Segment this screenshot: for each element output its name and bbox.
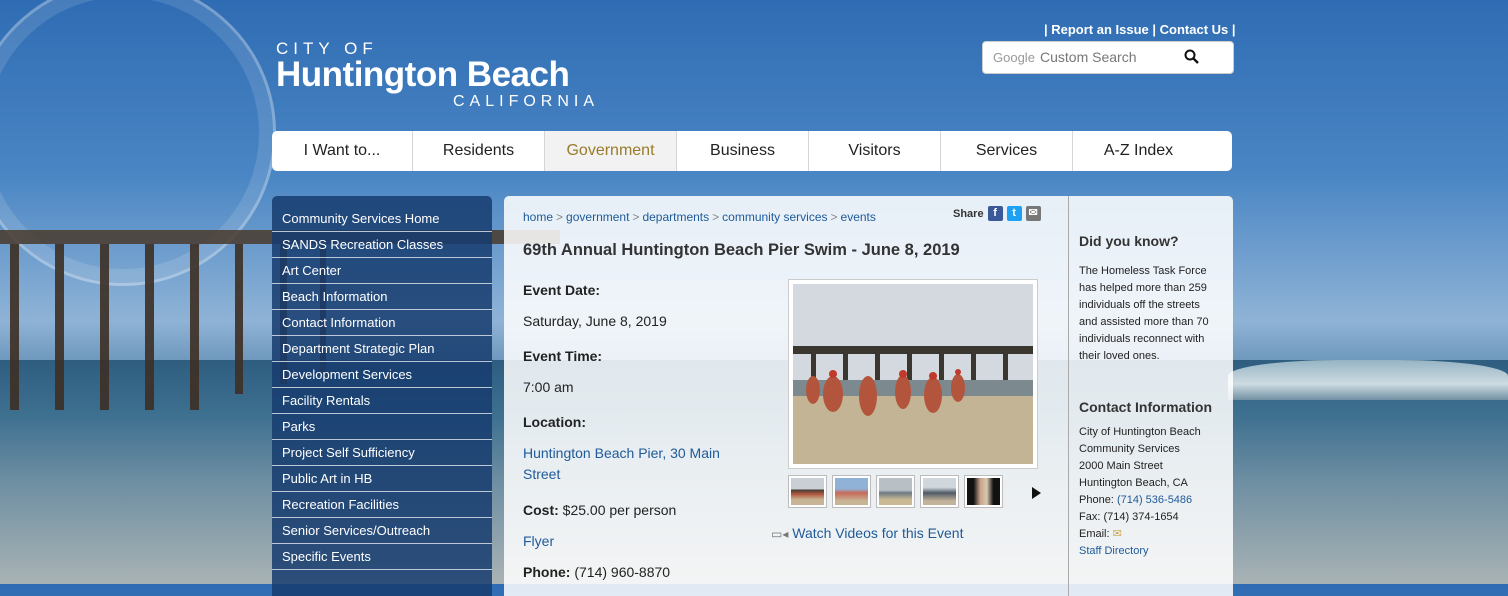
nav-government[interactable]: Government <box>545 131 677 171</box>
location-label: Location: <box>523 414 586 430</box>
logo-state: CALIFORNIA <box>453 93 600 110</box>
sidebar-item-art-center[interactable]: Art Center <box>272 258 492 284</box>
sidebar-item-recreation-facilities[interactable]: Recreation Facilities <box>272 492 492 518</box>
cost-row: Cost: $25.00 per person <box>523 502 676 518</box>
city-logo[interactable]: CITY OF Huntington Beach CALIFORNIA <box>276 40 599 111</box>
contact-fax: Fax: (714) 374-1654 <box>1079 511 1179 523</box>
sidebar-item-senior-services[interactable]: Senior Services/Outreach <box>272 518 492 544</box>
sidebar-item-facility-rentals[interactable]: Facility Rentals <box>272 388 492 414</box>
sidebar-item-beach-information[interactable]: Beach Information <box>272 284 492 310</box>
nav-services[interactable]: Services <box>941 131 1073 171</box>
search-input[interactable]: Custom Search <box>1040 49 1136 65</box>
contact-us-link[interactable]: Contact Us <box>1160 22 1229 37</box>
breadcrumb-community-services[interactable]: community services <box>722 210 827 224</box>
breadcrumb-home[interactable]: home <box>523 210 553 224</box>
event-photo[interactable] <box>788 279 1038 469</box>
sidebar-nav: Community Services Home SANDS Recreation… <box>272 196 492 596</box>
nav-a-z-index[interactable]: A-Z Index <box>1073 131 1204 171</box>
search-icon[interactable] <box>1183 48 1201 66</box>
sidebar-item-strategic-plan[interactable]: Department Strategic Plan <box>272 336 492 362</box>
cost-label: Cost: <box>523 502 559 518</box>
breadcrumb-government[interactable]: government <box>566 210 629 224</box>
search-brand: Google <box>993 50 1035 65</box>
email-envelope-icon[interactable]: ✉ <box>1113 528 1122 540</box>
next-thumbnail-arrow-icon[interactable] <box>1032 487 1041 499</box>
thumbnail-5[interactable] <box>964 475 1003 508</box>
logo-name: Huntington Beach <box>276 55 570 94</box>
contact-org2: Community Services <box>1079 443 1180 455</box>
share-bar: Share f t ✉ <box>953 206 1041 221</box>
nav-visitors[interactable]: Visitors <box>809 131 941 171</box>
contact-email-row: Email: ✉ <box>1079 528 1122 540</box>
nav-residents[interactable]: Residents <box>413 131 545 171</box>
phone-label: Phone: <box>523 564 571 580</box>
breadcrumb: home > government > departments > community se… <box>523 210 876 224</box>
phone-row: Phone: (714) 960-8870 <box>523 564 670 580</box>
search-box[interactable]: Google Custom Search <box>982 41 1234 74</box>
contact-heading: Contact Information <box>1079 399 1212 415</box>
facebook-icon[interactable]: f <box>987 206 1003 221</box>
twitter-icon[interactable]: t <box>1006 206 1022 221</box>
email-icon[interactable]: ✉ <box>1025 206 1041 221</box>
report-issue-link[interactable]: Report an Issue <box>1051 22 1149 37</box>
nav-i-want-to[interactable]: I Want to... <box>272 131 413 171</box>
event-date-label: Event Date: <box>523 282 601 298</box>
did-you-know-heading: Did you know? <box>1079 233 1179 249</box>
location-link-line2[interactable]: Street <box>523 466 560 482</box>
watch-videos-row: ▭◂ Watch Videos for this Event <box>771 525 963 541</box>
location-link-line1[interactable]: Huntington Beach Pier, 30 Main <box>523 445 720 461</box>
share-label: Share <box>953 207 984 220</box>
sidebar-item-public-art[interactable]: Public Art in HB <box>272 466 492 492</box>
nav-business[interactable]: Business <box>677 131 809 171</box>
wave-background <box>1228 360 1508 400</box>
staff-directory-link[interactable]: Staff Directory <box>1079 543 1227 560</box>
watch-videos-link[interactable]: Watch Videos for this Event <box>792 525 963 541</box>
pier-swim-image <box>793 284 1033 464</box>
sidebar-item-specific-events[interactable]: Specific Events <box>272 544 492 570</box>
thumbnail-1[interactable] <box>788 475 827 508</box>
breadcrumb-events[interactable]: events <box>841 210 876 224</box>
sidebar-item-parks[interactable]: Parks <box>272 414 492 440</box>
sidebar-item-contact-information[interactable]: Contact Information <box>272 310 492 336</box>
event-time-value: 7:00 am <box>523 379 574 395</box>
sidebar-item-community-services-home[interactable]: Community Services Home <box>272 206 492 232</box>
cost-value: $25.00 per person <box>562 502 677 518</box>
sidebar-item-development-services[interactable]: Development Services <box>272 362 492 388</box>
thumbnail-2[interactable] <box>832 475 871 508</box>
sidebar-item-sands-recreation[interactable]: SANDS Recreation Classes <box>272 232 492 258</box>
breadcrumb-departments[interactable]: departments <box>642 210 709 224</box>
event-title: 69th Annual Huntington Beach Pier Swim -… <box>523 241 960 259</box>
event-content: home > government > departments > community se… <box>504 196 1068 596</box>
contact-address2: Huntington Beach, CA <box>1079 477 1188 489</box>
contact-phone-row: Phone: (714) 536-5486 <box>1079 494 1193 506</box>
did-you-know-text: The Homeless Task Force has helped more … <box>1079 265 1209 362</box>
phone-value: (714) 960-8870 <box>574 564 671 580</box>
contact-org1: City of Huntington Beach <box>1079 426 1201 438</box>
main-nav: I Want to... Residents Government Busine… <box>272 131 1232 171</box>
event-date-value: Saturday, June 8, 2019 <box>523 313 667 329</box>
sidebar-item-project-self-sufficiency[interactable]: Project Self Sufficiency <box>272 440 492 466</box>
thumbnail-4[interactable] <box>920 475 959 508</box>
video-icon: ▭◂ <box>771 527 789 541</box>
thumbnail-3[interactable] <box>876 475 915 508</box>
contact-address1: 2000 Main Street <box>1079 460 1163 472</box>
utility-links: | Report an Issue | Contact Us | <box>1044 22 1236 37</box>
contact-phone-link[interactable]: (714) 536-5486 <box>1117 494 1192 506</box>
flyer-link[interactable]: Flyer <box>523 533 554 549</box>
contact-details: City of Huntington Beach Community Servi… <box>1079 424 1227 560</box>
photo-thumbnails <box>788 475 1003 508</box>
event-time-label: Event Time: <box>523 348 603 364</box>
info-column: Did you know? The Homeless Task Force ha… <box>1068 196 1233 596</box>
